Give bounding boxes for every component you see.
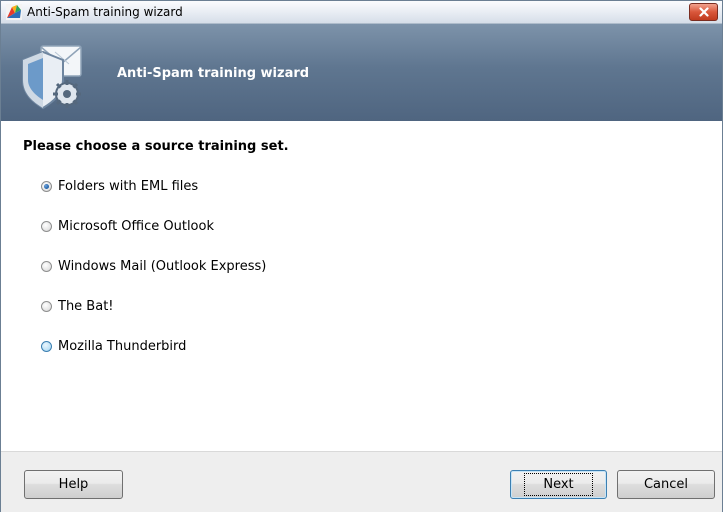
next-button-label: Next (524, 473, 593, 496)
close-icon (698, 7, 709, 17)
option-label: Folders with EML files (58, 178, 199, 194)
cancel-button[interactable]: Cancel (617, 470, 715, 499)
radio-button[interactable] (41, 180, 52, 192)
option-the-bat[interactable]: The Bat! (41, 296, 114, 316)
option-label: Microsoft Office Outlook (58, 218, 214, 234)
prompt-text: Please choose a source training set. (23, 139, 289, 154)
wizard-footer: Help Next Cancel (1, 451, 722, 512)
radio-button[interactable] (41, 220, 52, 232)
avg-logo-icon (6, 4, 22, 20)
radio-button[interactable] (41, 340, 52, 352)
help-button-label: Help (58, 477, 89, 492)
close-button[interactable] (689, 3, 718, 21)
option-label: Mozilla Thunderbird (58, 338, 187, 354)
option-windows-mail[interactable]: Windows Mail (Outlook Express) (41, 256, 266, 276)
title-bar[interactable]: Anti-Spam training wizard (1, 1, 722, 24)
shield-mail-gear-icon (22, 45, 82, 110)
wizard-window: Anti-Spam training wizard Anti-Spam trai… (0, 0, 723, 512)
header-title: Anti-Spam training wizard (117, 66, 310, 81)
next-button[interactable]: Next (510, 470, 607, 499)
cancel-button-label: Cancel (643, 477, 689, 492)
option-outlook[interactable]: Microsoft Office Outlook (41, 216, 214, 236)
option-eml-folders[interactable]: Folders with EML files (41, 176, 198, 196)
option-label: Windows Mail (Outlook Express) (58, 258, 267, 274)
wizard-content: Please choose a source training set. Fol… (1, 121, 722, 451)
help-button[interactable]: Help (24, 470, 123, 499)
option-thunderbird[interactable]: Mozilla Thunderbird (41, 336, 186, 356)
option-label: The Bat! (58, 298, 114, 314)
radio-button[interactable] (41, 260, 52, 272)
window-title: Anti-Spam training wizard (27, 5, 183, 19)
wizard-header: Anti-Spam training wizard (1, 24, 722, 121)
radio-button[interactable] (41, 300, 52, 312)
